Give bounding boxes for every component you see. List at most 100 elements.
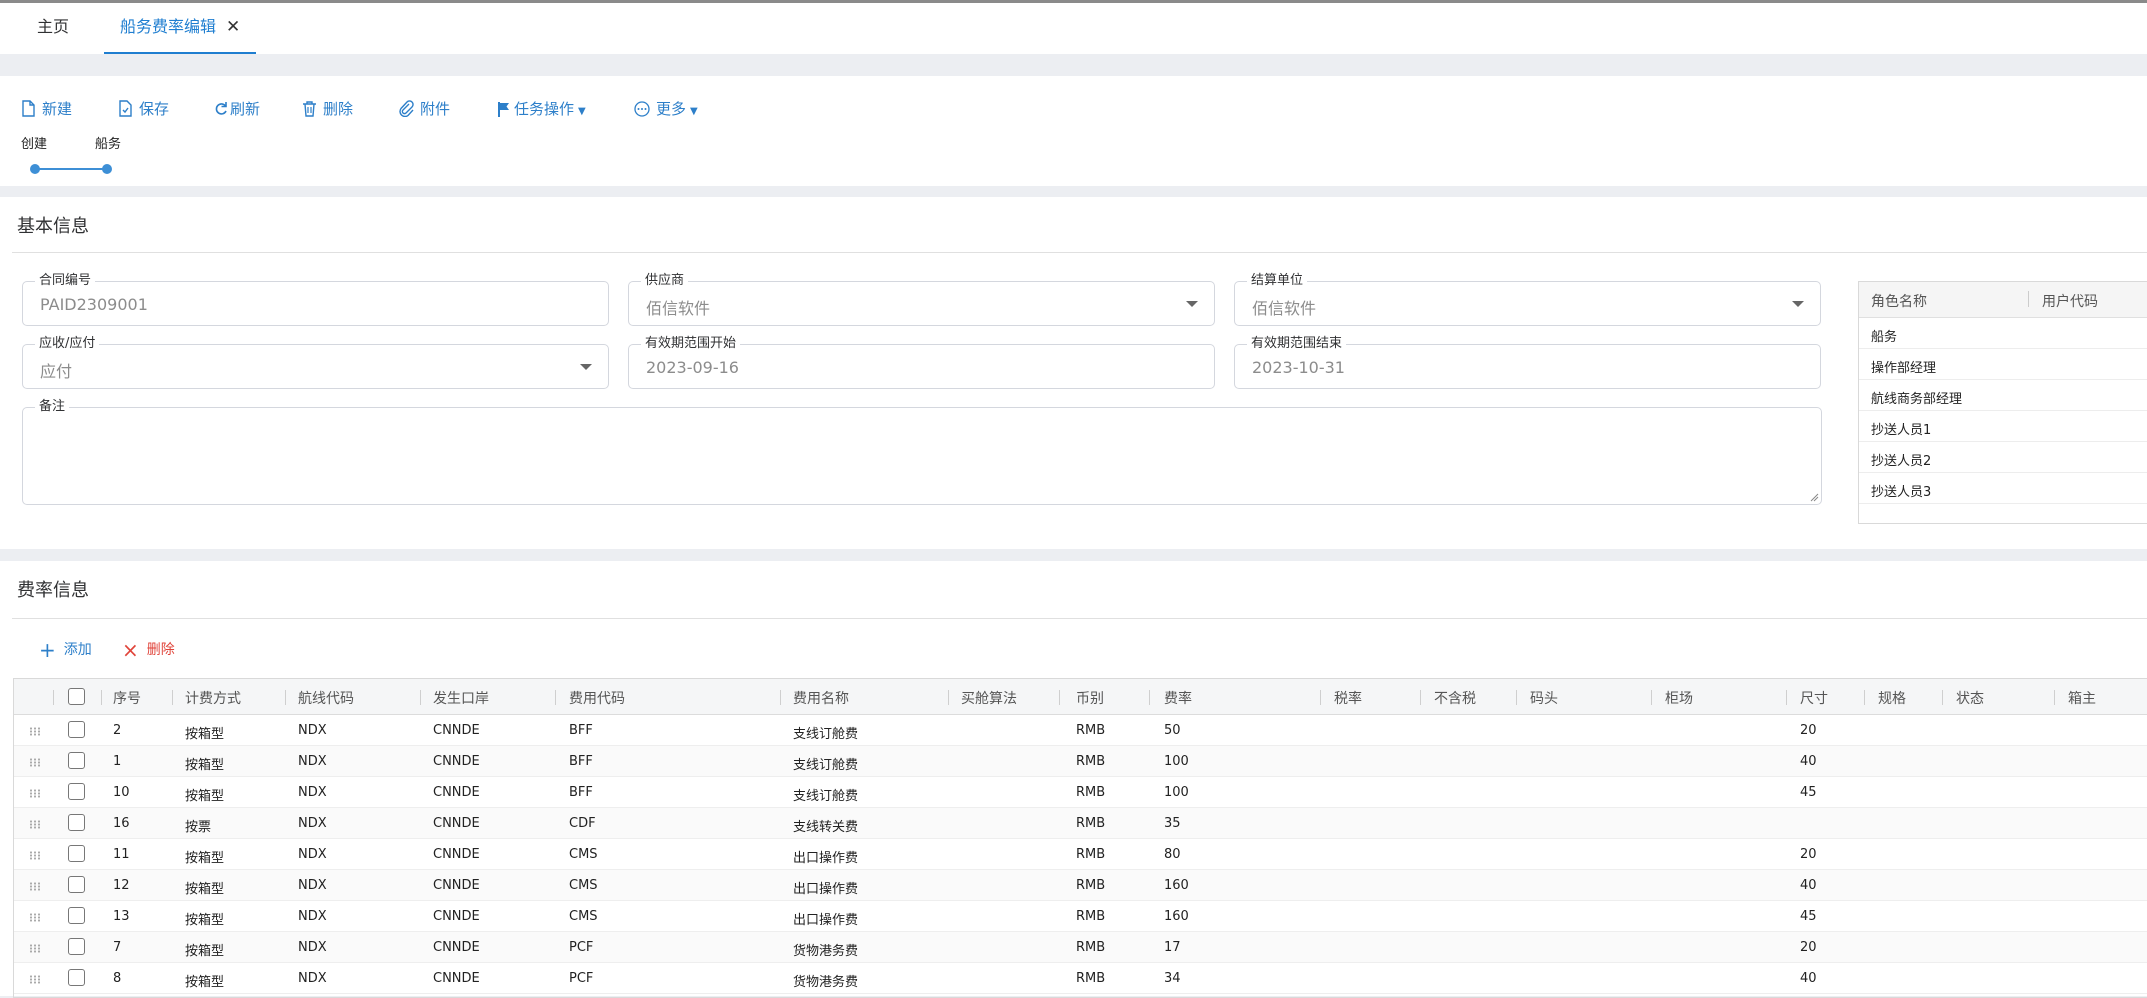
table-cell: 出口操作费 bbox=[793, 851, 859, 866]
table-cell: 40 bbox=[1800, 971, 1817, 986]
column-header[interactable]: 航线代码 bbox=[298, 688, 354, 708]
column-header[interactable]: 币别 bbox=[1076, 688, 1104, 708]
drag-handle-icon[interactable] bbox=[29, 727, 41, 736]
table-row[interactable]: 16 按票 NDX CNNDE CDF 支线转关费 RMB 35 bbox=[14, 808, 2147, 839]
drag-handle-icon[interactable] bbox=[29, 851, 41, 860]
drag-handle-icon[interactable] bbox=[29, 820, 41, 829]
row-checkbox[interactable] bbox=[68, 938, 85, 955]
resize-grip-icon[interactable] bbox=[1809, 492, 1819, 502]
column-header[interactable]: 费用代码 bbox=[569, 688, 625, 708]
column-header[interactable]: 尺寸 bbox=[1800, 688, 1828, 708]
valid-end-date-field[interactable]: 有效期范围结束 2023-10-31 bbox=[1234, 336, 1821, 389]
table-row[interactable]: 2 按箱型 NDX CNNDE BFF 支线订舱费 RMB 50 20 bbox=[14, 715, 2147, 746]
column-header[interactable]: 箱主 bbox=[2068, 688, 2096, 708]
valid-start-date-field[interactable]: 有效期范围开始 2023-09-16 bbox=[628, 336, 1215, 389]
table-cell: 7 bbox=[113, 940, 122, 955]
row-checkbox[interactable] bbox=[68, 845, 85, 862]
refresh-button[interactable]: 刷新 bbox=[214, 97, 260, 121]
trash-icon bbox=[303, 101, 316, 117]
delete-row-button[interactable]: × 删除 bbox=[122, 638, 175, 662]
drag-handle-icon[interactable] bbox=[29, 882, 41, 891]
save-icon bbox=[119, 100, 132, 117]
table-cell: CMS bbox=[569, 878, 598, 893]
more-dropdown[interactable]: 更多 ▼ bbox=[634, 97, 698, 121]
table-row[interactable]: 10 按箱型 NDX CNNDE BFF 支线订舱费 RMB 100 45 bbox=[14, 777, 2147, 808]
column-header[interactable]: 税率 bbox=[1334, 688, 1362, 708]
table-row[interactable]: 7 按箱型 NDX CNNDE PCF 货物港务费 RMB 17 20 bbox=[14, 932, 2147, 963]
table-row[interactable]: 1 按箱型 NDX CNNDE BFF 支线订舱费 RMB 100 40 bbox=[14, 746, 2147, 777]
tab-shipping-rate-edit[interactable]: 船务费率编辑 ✕ bbox=[104, 3, 257, 54]
close-icon[interactable]: ✕ bbox=[226, 17, 240, 37]
column-header[interactable]: 序号 bbox=[113, 688, 141, 708]
table-cell: CNNDE bbox=[433, 754, 480, 769]
row-checkbox[interactable] bbox=[68, 783, 85, 800]
column-header[interactable]: 计费方式 bbox=[185, 688, 241, 708]
drag-handle-icon[interactable] bbox=[29, 789, 41, 798]
delete-button[interactable]: 删除 bbox=[302, 97, 353, 121]
row-checkbox[interactable] bbox=[68, 721, 85, 738]
column-header[interactable]: 规格 bbox=[1878, 688, 1906, 708]
table-row[interactable]: 8 按箱型 NDX CNNDE PCF 货物港务费 RMB 34 40 bbox=[14, 963, 2147, 994]
remark-textarea[interactable]: 备注 bbox=[22, 399, 1822, 505]
table-cell: 2 bbox=[113, 723, 122, 738]
add-row-button[interactable]: + 添加 bbox=[39, 638, 92, 662]
column-header[interactable]: 买舱算法 bbox=[961, 688, 1017, 708]
settlement-unit-select[interactable]: 结算单位 佰信软件 bbox=[1234, 273, 1821, 326]
table-cell: 按票 bbox=[185, 820, 212, 835]
caret-down-icon bbox=[580, 364, 592, 370]
close-icon: × bbox=[122, 638, 139, 662]
table-cell: 按箱型 bbox=[185, 727, 225, 742]
column-header[interactable]: 状态 bbox=[1956, 688, 1984, 708]
table-cell: 12 bbox=[113, 878, 130, 893]
task-operations-dropdown[interactable]: 任务操作 ▼ bbox=[497, 97, 586, 121]
column-header[interactable]: 费率 bbox=[1164, 688, 1192, 708]
drag-handle-icon[interactable] bbox=[29, 758, 41, 767]
row-checkbox[interactable] bbox=[68, 876, 85, 893]
table-cell: 20 bbox=[1800, 940, 1817, 955]
tab-home[interactable]: 主页 bbox=[21, 3, 85, 54]
table-row[interactable]: 12 按箱型 NDX CNNDE CMS 出口操作费 RMB 160 40 bbox=[14, 870, 2147, 901]
role-row[interactable]: 抄送人员3 bbox=[1859, 473, 2147, 504]
role-row[interactable]: 抄送人员2 bbox=[1859, 442, 2147, 473]
role-row[interactable]: 船务 bbox=[1859, 318, 2147, 349]
table-cell: 40 bbox=[1800, 754, 1817, 769]
row-checkbox[interactable] bbox=[68, 907, 85, 924]
column-header[interactable]: 柜场 bbox=[1665, 688, 1693, 708]
save-button[interactable]: 保存 bbox=[118, 97, 169, 121]
role-row[interactable]: 操作部经理 bbox=[1859, 349, 2147, 380]
row-checkbox[interactable] bbox=[68, 969, 85, 986]
table-cell: 按箱型 bbox=[185, 882, 225, 897]
table-cell: NDX bbox=[298, 847, 327, 862]
section-title: 基本信息 bbox=[17, 216, 89, 237]
table-cell: 按箱型 bbox=[185, 975, 225, 990]
receivable-payable-select[interactable]: 应收/应付 应付 bbox=[22, 336, 609, 389]
supplier-select[interactable]: 供应商 佰信软件 bbox=[628, 273, 1215, 326]
step-dot-create[interactable] bbox=[30, 164, 40, 174]
contract-no-field[interactable]: 合同编号 PAID2309001 bbox=[22, 273, 609, 326]
drag-handle-icon[interactable] bbox=[29, 975, 41, 984]
table-row[interactable]: 13 按箱型 NDX CNNDE CMS 出口操作费 RMB 160 45 bbox=[14, 901, 2147, 932]
new-button[interactable]: 新建 bbox=[21, 97, 72, 121]
drag-handle-icon[interactable] bbox=[29, 913, 41, 922]
column-header[interactable]: 发生口岸 bbox=[433, 688, 489, 708]
role-row[interactable]: 抄送人员1 bbox=[1859, 411, 2147, 442]
table-cell: NDX bbox=[298, 878, 327, 893]
column-header[interactable]: 不含税 bbox=[1434, 688, 1476, 708]
table-cell: 按箱型 bbox=[185, 851, 225, 866]
role-row[interactable]: 航线商务部经理 bbox=[1859, 380, 2147, 411]
table-cell: 16 bbox=[113, 816, 130, 831]
table-cell: 80 bbox=[1164, 847, 1181, 862]
table-cell: CNNDE bbox=[433, 971, 480, 986]
table-row[interactable]: 11 按箱型 NDX CNNDE CMS 出口操作费 RMB 80 20 bbox=[14, 839, 2147, 870]
drag-handle-icon[interactable] bbox=[29, 944, 41, 953]
attachment-button[interactable]: 附件 bbox=[399, 97, 450, 121]
table-cell: NDX bbox=[298, 940, 327, 955]
step-dot-shipping[interactable] bbox=[102, 164, 112, 174]
table-cell: CDF bbox=[569, 816, 596, 831]
row-checkbox[interactable] bbox=[68, 814, 85, 831]
column-header[interactable]: 码头 bbox=[1530, 688, 1558, 708]
select-all-checkbox[interactable] bbox=[68, 688, 85, 705]
row-checkbox[interactable] bbox=[68, 752, 85, 769]
column-header[interactable]: 费用名称 bbox=[793, 688, 849, 708]
table-cell: 160 bbox=[1164, 909, 1189, 924]
